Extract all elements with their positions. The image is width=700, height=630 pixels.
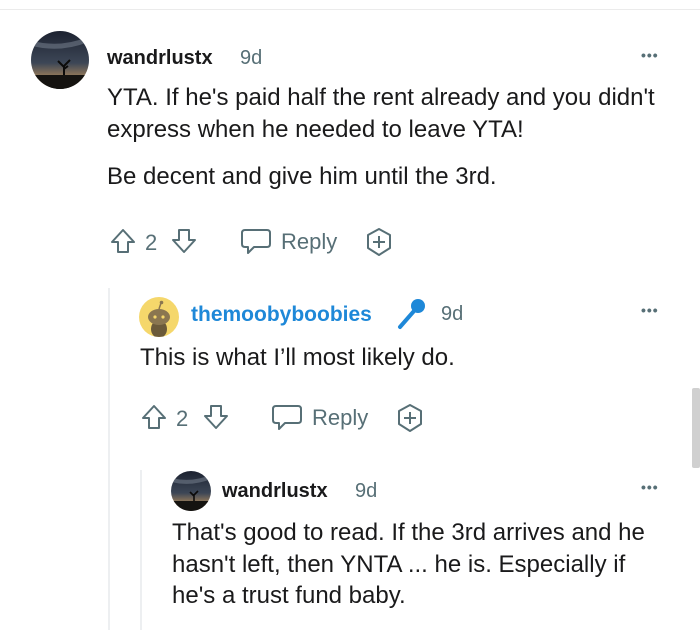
comment-body: YTA. If he's paid half the rent already … [107, 82, 677, 193]
comment-paragraph: YTA. If he's paid half the rent already … [107, 84, 655, 143]
thread-line[interactable] [140, 470, 142, 630]
avatar[interactable] [171, 471, 211, 511]
award-plus-icon[interactable] [364, 227, 394, 257]
comment-body: That's good to read. If the 3rd arrives … [172, 519, 645, 610]
reply-bubble-icon[interactable] [271, 403, 303, 431]
comment-age: 9d [240, 47, 263, 69]
award-plus-icon[interactable] [395, 403, 425, 433]
comment-body: This is what I’ll most likely do. [140, 344, 455, 371]
microphone-icon [398, 299, 425, 329]
avatar[interactable] [31, 31, 89, 89]
thread-line[interactable] [108, 288, 110, 630]
more-options-button[interactable]: ••• [641, 47, 659, 63]
downvote-arrow-icon[interactable] [203, 404, 229, 430]
reply-button[interactable]: Reply [281, 229, 337, 255]
snoo-avatar-icon [148, 300, 170, 337]
comment-username[interactable]: wandrlustx [222, 480, 328, 503]
upvote-arrow-icon[interactable] [141, 404, 167, 430]
comment-username[interactable]: wandrlustx [107, 47, 213, 70]
comment-age: 9d [355, 480, 378, 502]
upvote-arrow-icon[interactable] [110, 228, 136, 254]
avatar[interactable] [139, 297, 179, 337]
night-sky-tree-avatar-icon [31, 31, 89, 89]
reply-button[interactable]: Reply [312, 405, 368, 431]
comment-paragraph: Be decent and give him until the 3rd. [107, 163, 497, 191]
comment-username[interactable]: themoobyboobies [191, 303, 372, 327]
more-options-button[interactable]: ••• [641, 479, 659, 495]
top-divider [0, 9, 700, 10]
night-sky-tree-avatar-icon [171, 471, 211, 511]
vote-count: 2 [176, 406, 189, 431]
vote-count: 2 [145, 230, 158, 255]
downvote-arrow-icon[interactable] [171, 228, 197, 254]
scrollbar-thumb[interactable] [692, 388, 700, 468]
reply-bubble-icon[interactable] [240, 227, 272, 255]
more-options-button[interactable]: ••• [641, 302, 659, 318]
comment-age: 9d [441, 303, 464, 325]
